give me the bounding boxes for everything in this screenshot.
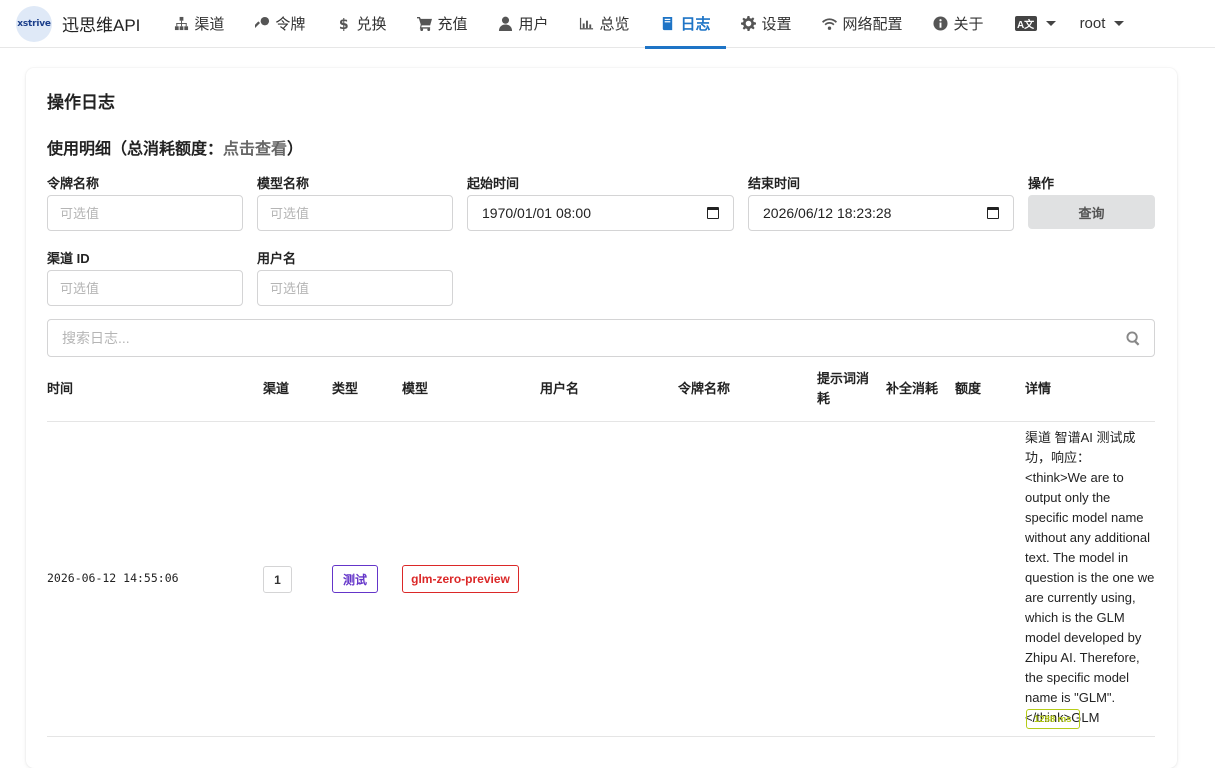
channel-id-label: 渠道 ID [47, 251, 90, 266]
start-time-value: 1970/01/01 08:00 [482, 205, 591, 221]
username-input[interactable] [257, 270, 453, 306]
query-button[interactable]: 查询 [1028, 195, 1155, 229]
col-channel[interactable]: 渠道 [263, 379, 289, 399]
nav-label: 兑换 [356, 16, 387, 33]
nav-right: A文 root [1003, 15, 1137, 32]
col-type[interactable]: 类型 [332, 379, 358, 399]
sitemap-icon [173, 16, 189, 32]
brand[interactable]: xstrive 迅思维API [16, 5, 141, 42]
cart-icon [416, 16, 432, 32]
language-icon: A文 [1014, 16, 1037, 31]
model-name-input[interactable] [257, 195, 453, 231]
nav-label: 总览 [599, 16, 630, 33]
nav-item-channels[interactable]: 渠道 [158, 0, 239, 48]
bar-chart-icon [578, 16, 594, 32]
usage-title: 使用明细（总消耗额度：点击查看） [47, 135, 303, 159]
nav-label: 充值 [437, 16, 468, 33]
nav-label: 日志 [680, 16, 711, 33]
user-name: root [1079, 15, 1106, 32]
nav-item-settings[interactable]: 设置 [726, 0, 807, 48]
nav-item-tokens[interactable]: 令牌 [239, 0, 320, 48]
calendar-icon[interactable] [987, 207, 999, 219]
nav-item-network[interactable]: 网络配置 [807, 0, 918, 48]
svg-text:$: $ [339, 17, 349, 31]
col-completion-cost[interactable]: 补全消耗 [886, 379, 938, 399]
end-time-value: 2026/06/12 18:23:28 [763, 205, 892, 221]
nav-item-overview[interactable]: 总览 [563, 0, 644, 48]
log-search-input[interactable] [48, 321, 1118, 355]
nav-item-topup[interactable]: 充值 [401, 0, 482, 48]
view-total-quota-link[interactable]: 点击查看 [223, 141, 287, 158]
col-prompt-cost[interactable]: 提示词消耗 [817, 369, 873, 409]
end-time-input[interactable]: 2026/06/12 18:23:28 [748, 195, 1014, 231]
user-menu[interactable]: root [1068, 15, 1137, 32]
row-time: 2026-06-12 14:55:06 [47, 571, 179, 585]
chevron-down-icon [1045, 21, 1056, 26]
model-name-label: 模型名称 [257, 176, 310, 191]
model-badge[interactable]: glm-zero-preview [402, 565, 519, 593]
page-title: 操作日志 [47, 93, 115, 112]
dollar-icon: $ [335, 16, 351, 32]
col-detail[interactable]: 详情 [1025, 379, 1051, 399]
nav-label: 关于 [953, 16, 984, 33]
nav-label: 用户 [518, 16, 549, 33]
channel-badge[interactable]: 1 [263, 566, 292, 593]
calendar-icon[interactable] [707, 207, 719, 219]
end-time-label: 结束时间 [748, 176, 801, 191]
col-username[interactable]: 用户名 [540, 379, 579, 399]
row-divider [47, 736, 1155, 737]
col-quota[interactable]: 额度 [955, 379, 981, 399]
nav-label: 设置 [761, 16, 792, 33]
book-icon [660, 16, 676, 32]
col-time[interactable]: 时间 [47, 379, 73, 399]
nav-label: 渠道 [194, 16, 225, 33]
user-icon [497, 16, 513, 32]
nav-item-logs[interactable]: 日志 [644, 0, 726, 49]
nav-item-about[interactable]: 关于 [918, 0, 999, 48]
gear-icon [741, 16, 757, 32]
nav-item-redeem[interactable]: $ 兑换 [320, 0, 401, 48]
col-token-name[interactable]: 令牌名称 [678, 379, 730, 399]
usage-title-suffix: ） [287, 141, 304, 158]
token-name-input[interactable] [47, 195, 243, 231]
start-time-input[interactable]: 1970/01/01 08:00 [467, 195, 734, 231]
search-icon[interactable] [1118, 323, 1148, 353]
start-time-label: 起始时间 [467, 176, 520, 191]
nav-item-users[interactable]: 用户 [482, 0, 563, 48]
header-divider [47, 421, 1155, 422]
wifi-icon [822, 16, 838, 32]
action-label: 操作 [1028, 176, 1055, 191]
latency-badge: 1288 ms [1026, 709, 1080, 729]
logs-card: 操作日志 使用明细（总消耗额度：点击查看） 令牌名称 模型名称 起始时间 197… [26, 68, 1177, 768]
top-navbar: xstrive 迅思维API 渠道 令牌 $ 兑换 充值 用户 总览 日志 设置… [0, 0, 1215, 49]
brand-logo: xstrive [16, 5, 52, 42]
log-search-box [47, 319, 1155, 357]
col-model[interactable]: 模型 [402, 379, 428, 399]
key-icon [254, 16, 270, 32]
language-switcher[interactable]: A文 [1003, 16, 1068, 31]
info-icon [933, 16, 949, 32]
nav-label: 网络配置 [842, 16, 903, 33]
usage-title-prefix: 使用明细（总消耗额度： [47, 141, 224, 158]
nav-label: 令牌 [275, 16, 306, 33]
chevron-down-icon [1114, 21, 1125, 26]
token-name-label: 令牌名称 [47, 176, 100, 191]
type-badge: 测试 [332, 565, 378, 593]
channel-id-input[interactable] [47, 270, 243, 306]
row-detail: 渠道 智谱AI 测试成功，响应： <think>We are to output… [1025, 430, 1155, 725]
brand-name: 迅思维API [62, 16, 141, 35]
username-label: 用户名 [257, 251, 297, 266]
